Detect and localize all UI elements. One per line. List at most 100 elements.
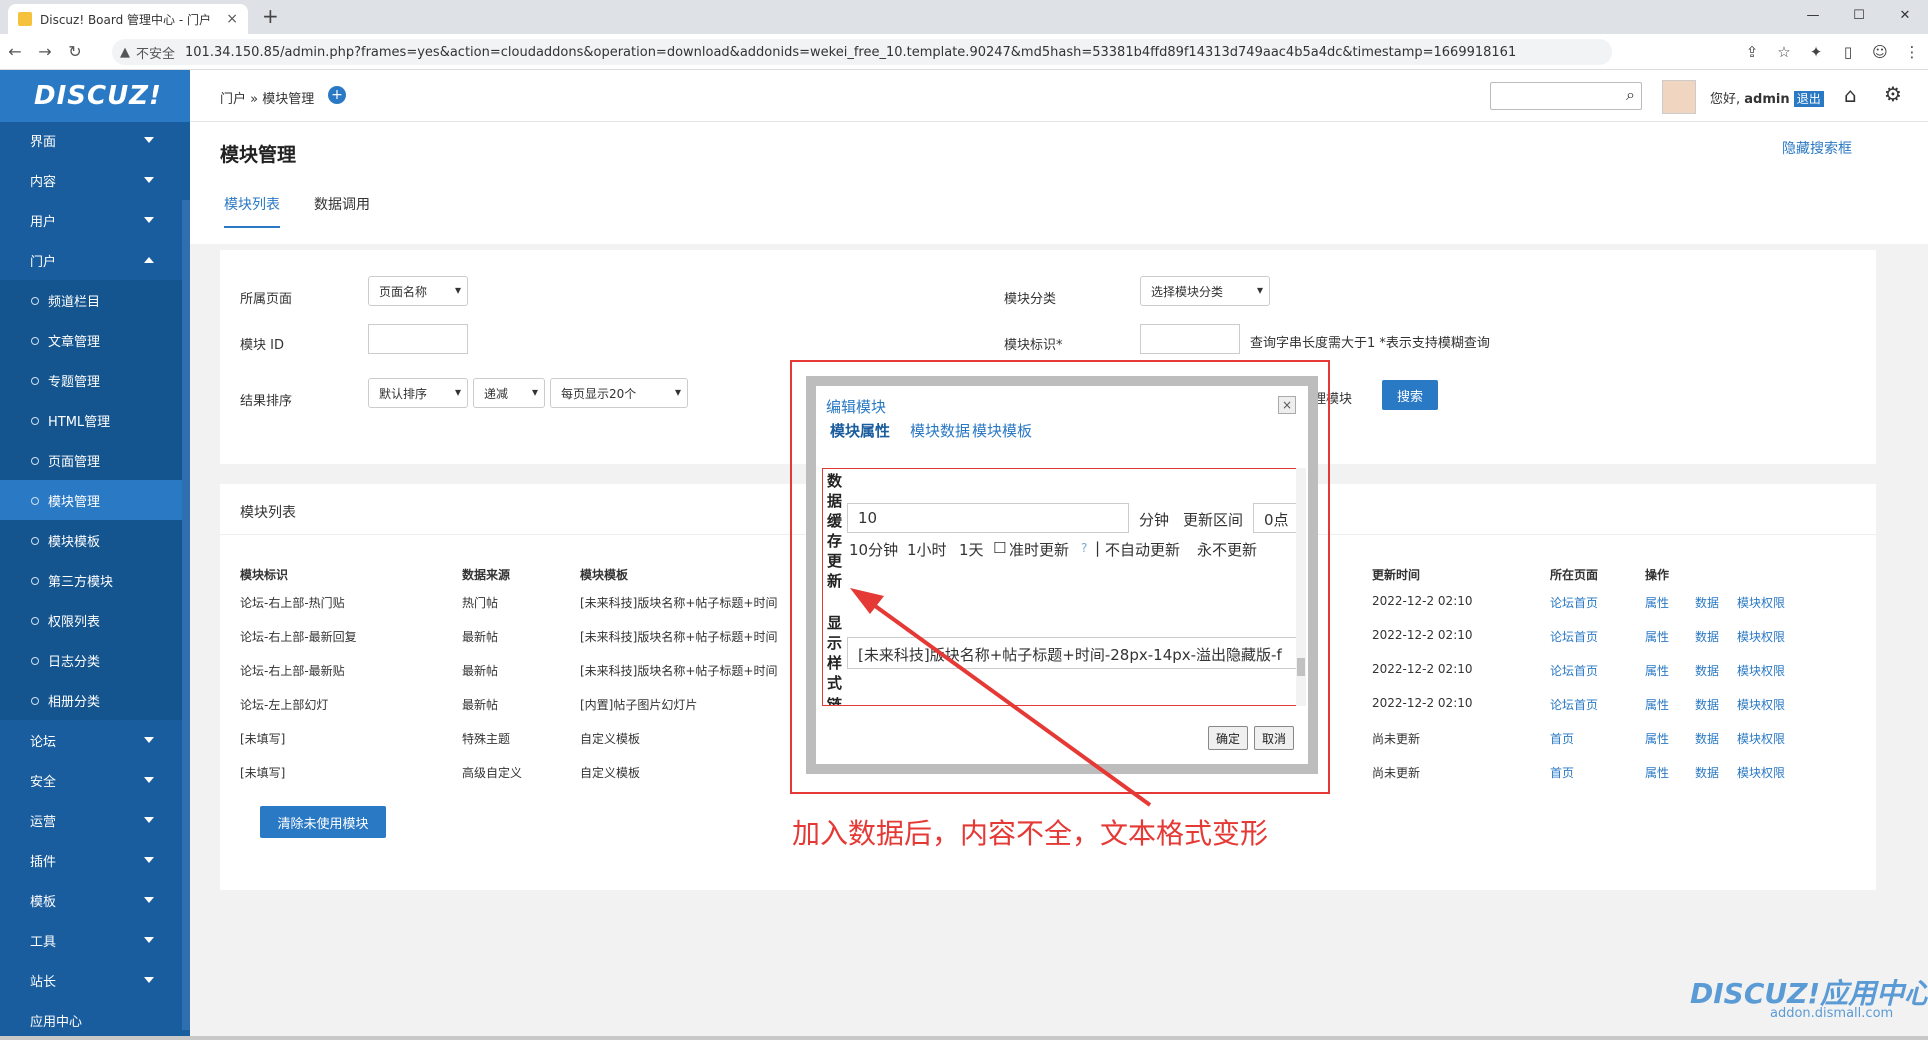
op-props-link[interactable]: 属性: [1645, 764, 1669, 781]
op-props-link[interactable]: 属性: [1645, 696, 1669, 713]
sidebar-item-11[interactable]: 第三方模块: [0, 560, 190, 600]
style-select[interactable]: [未来科技]版块名称+帖子标题+时间-28px-14px-溢出隐藏版-f: [847, 637, 1297, 669]
tab-close-icon[interactable]: ×: [226, 11, 238, 27]
minimize-icon[interactable]: —: [1790, 0, 1836, 30]
ontime-checkbox[interactable]: ☐: [993, 539, 1006, 557]
sidebar-item-9[interactable]: 模块管理: [0, 480, 190, 520]
logout-button[interactable]: 退出: [1793, 91, 1824, 107]
sidebar-item-14[interactable]: 相册分类: [0, 680, 190, 720]
sidebar-item-7[interactable]: HTML管理: [0, 400, 190, 440]
sidebar-item-19[interactable]: 模板: [0, 880, 190, 920]
window-close-icon[interactable]: ✕: [1882, 0, 1928, 30]
clear-unused-button[interactable]: 清除未使用模块: [260, 806, 386, 838]
back-icon[interactable]: ←: [0, 42, 30, 61]
op-perm-link[interactable]: 模块权限: [1737, 662, 1785, 679]
op-perm-link[interactable]: 模块权限: [1737, 594, 1785, 611]
reload-icon[interactable]: ↻: [60, 42, 90, 61]
sidebar-item-13[interactable]: 日志分类: [0, 640, 190, 680]
tab-module-data[interactable]: 模块数据: [910, 420, 970, 441]
module-mark-input[interactable]: [1140, 324, 1240, 354]
cache-input[interactable]: 10: [847, 503, 1129, 533]
sidebar-item-22[interactable]: 应用中心: [0, 1000, 190, 1040]
op-props-link[interactable]: 属性: [1645, 628, 1669, 645]
sidebar-scrollbar[interactable]: [182, 200, 190, 1030]
quick-1hour-link[interactable]: 1小时: [907, 539, 947, 560]
sidebar-item-18[interactable]: 插件: [0, 840, 190, 880]
sidebar-item-3[interactable]: 门户: [0, 240, 190, 280]
home-icon[interactable]: ⌂: [1844, 83, 1857, 107]
op-data-link[interactable]: 数据: [1695, 696, 1719, 713]
profile-icon[interactable]: ☺: [1864, 43, 1896, 61]
sidebar-item-15[interactable]: 论坛: [0, 720, 190, 760]
cancel-button[interactable]: 取消: [1254, 726, 1294, 750]
range-select[interactable]: 0点: [1253, 503, 1297, 533]
quick-10min-link[interactable]: 10分钟: [849, 539, 898, 560]
category-select[interactable]: 选择模块分类: [1140, 276, 1270, 306]
order-select[interactable]: 递减: [473, 378, 545, 408]
browser-tab[interactable]: Discuz! Board 管理中心 - 门户 ×: [8, 4, 248, 34]
op-data-link[interactable]: 数据: [1695, 628, 1719, 645]
forward-icon[interactable]: →: [30, 42, 60, 61]
scroll-thumb[interactable]: [1297, 658, 1305, 676]
new-tab-button[interactable]: +: [262, 4, 279, 28]
share-icon[interactable]: ⇪: [1736, 43, 1768, 61]
cell-page-link[interactable]: 论坛首页: [1550, 662, 1598, 679]
cell-page-link[interactable]: 首页: [1550, 730, 1574, 747]
maximize-icon[interactable]: ☐: [1836, 0, 1882, 30]
sidebar-item-10[interactable]: 模块模板: [0, 520, 190, 560]
close-icon[interactable]: ×: [1278, 396, 1296, 414]
sidebar-item-2[interactable]: 用户: [0, 200, 190, 240]
sidebar-item-17[interactable]: 运营: [0, 800, 190, 840]
sidebar-item-1[interactable]: 内容: [0, 160, 190, 200]
menu-kebab-icon[interactable]: ⋮: [1896, 43, 1928, 61]
tab-module-props[interactable]: 模块属性: [830, 420, 890, 441]
sidebar-item-0[interactable]: 界面: [0, 120, 190, 160]
cell-page-link[interactable]: 论坛首页: [1550, 594, 1598, 611]
sidebar-item-4[interactable]: 频道栏目: [0, 280, 190, 320]
op-data-link[interactable]: 数据: [1695, 764, 1719, 781]
op-data-link[interactable]: 数据: [1695, 730, 1719, 747]
never-update-link[interactable]: 永不更新: [1197, 539, 1257, 560]
admin-search-input[interactable]: ⌕: [1490, 82, 1642, 110]
module-id-input[interactable]: [368, 324, 468, 354]
sidebar-item-8[interactable]: 页面管理: [0, 440, 190, 480]
sidepanel-icon[interactable]: ▯: [1832, 43, 1864, 61]
op-props-link[interactable]: 属性: [1645, 730, 1669, 747]
op-props-link[interactable]: 属性: [1645, 594, 1669, 611]
discuz-logo[interactable]: DISCUZ!: [0, 70, 190, 122]
tab-module-list[interactable]: 模块列表: [224, 194, 280, 228]
bookmark-star-icon[interactable]: ☆: [1768, 43, 1800, 61]
sidebar-item-6[interactable]: 专题管理: [0, 360, 190, 400]
sidebar-item-21[interactable]: 站长: [0, 960, 190, 1000]
search-button[interactable]: 搜索: [1382, 380, 1438, 410]
help-icon[interactable]: ?: [1081, 541, 1087, 555]
hide-search-link[interactable]: 隐藏搜索框: [1782, 138, 1852, 158]
op-perm-link[interactable]: 模块权限: [1737, 764, 1785, 781]
cell-page-link[interactable]: 首页: [1550, 764, 1574, 781]
quick-1day-link[interactable]: 1天: [959, 539, 984, 560]
op-perm-link[interactable]: 模块权限: [1737, 730, 1785, 747]
cell-page-link[interactable]: 论坛首页: [1550, 628, 1598, 645]
perpage-select[interactable]: 每页显示20个: [550, 378, 688, 408]
page-select[interactable]: 页面名称: [368, 276, 468, 306]
dialog-scrollbar[interactable]: [1296, 468, 1306, 706]
bottom-scrollbar[interactable]: [0, 1036, 1928, 1040]
cell-page-link[interactable]: 论坛首页: [1550, 696, 1598, 713]
op-perm-link[interactable]: 模块权限: [1737, 628, 1785, 645]
search-icon[interactable]: ⌕: [1626, 85, 1635, 105]
op-perm-link[interactable]: 模块权限: [1737, 696, 1785, 713]
op-data-link[interactable]: 数据: [1695, 594, 1719, 611]
op-data-link[interactable]: 数据: [1695, 662, 1719, 679]
add-shortcut-icon[interactable]: +: [328, 86, 346, 104]
sidebar-item-16[interactable]: 安全: [0, 760, 190, 800]
no-auto-update-link[interactable]: 不自动更新: [1105, 539, 1180, 560]
extensions-icon[interactable]: ✦: [1800, 43, 1832, 61]
tab-data-call[interactable]: 数据调用: [314, 194, 370, 226]
confirm-button[interactable]: 确定: [1208, 726, 1248, 750]
op-props-link[interactable]: 属性: [1645, 662, 1669, 679]
tab-module-template[interactable]: 模块模板: [972, 420, 1032, 441]
sidebar-item-20[interactable]: 工具: [0, 920, 190, 960]
sort-select[interactable]: 默认排序: [368, 378, 468, 408]
url-field[interactable]: ▲ 不安全 101.34.150.85/admin.php?frames=yes…: [112, 39, 1612, 65]
sidebar-item-5[interactable]: 文章管理: [0, 320, 190, 360]
